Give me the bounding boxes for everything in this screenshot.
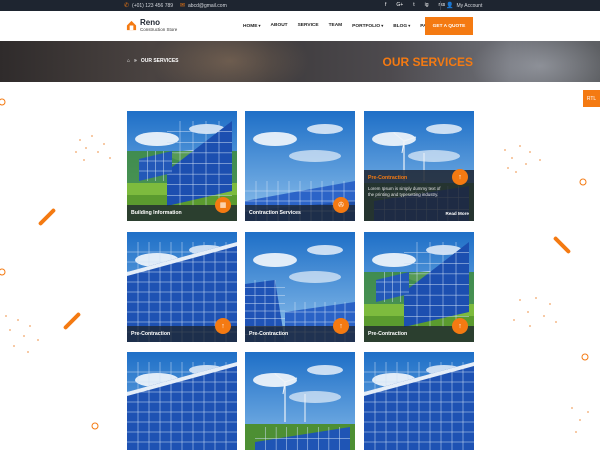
phone-icon: ✆ [124, 2, 130, 9]
arrow-icon[interactable]: ↑ [333, 318, 349, 334]
service-card[interactable]: Building Information ▦ [127, 111, 237, 221]
read-more-link[interactable]: Read More [446, 211, 470, 216]
logo-title: Reno [140, 18, 160, 27]
tools-icon[interactable]: ✇ [333, 197, 349, 213]
brick-icon[interactable]: ▦ [215, 197, 231, 213]
google-plus-icon[interactable]: G+ [396, 2, 403, 8]
card-title: Contraction Services [249, 210, 301, 216]
card-description: Lorem Ipsum is simply dummy text of the … [368, 186, 441, 197]
solar-panel-image [245, 352, 355, 450]
logo-subtitle: Construction Store [140, 27, 178, 32]
banner-glow [470, 41, 600, 82]
phone-text: (+01) 123 456 789 [132, 3, 174, 9]
breadcrumb: ⌂ » OUR SERVICES [127, 58, 179, 64]
logo[interactable]: Reno Construction Store [126, 19, 177, 32]
service-card[interactable]: ↑ [364, 352, 474, 450]
email-text[interactable]: abcd@gmail.com [188, 3, 227, 9]
account-text[interactable]: My Account [456, 3, 482, 9]
divider [440, 1, 441, 10]
nav-service[interactable]: SERVICE [298, 23, 319, 29]
arrow-icon[interactable]: ↑ [452, 169, 468, 185]
service-card[interactable]: ↑ [245, 352, 355, 450]
service-card[interactable]: Pre-Contraction Lorem Ipsum is simply du… [364, 111, 474, 221]
nav-team[interactable]: TEAM [329, 23, 343, 29]
instagram-icon[interactable]: ig [425, 2, 429, 8]
user-icon: 👤 [446, 2, 454, 9]
solar-panel-image [364, 352, 474, 450]
facebook-icon[interactable]: f [385, 2, 386, 8]
site-header: Reno Construction Store HOME ABOUT SERVI… [0, 11, 600, 41]
card-title: Building Information [131, 210, 182, 216]
card-title: Pre-Contraction [368, 175, 408, 181]
page-title: OUR SERVICES [382, 55, 473, 69]
card-title: Pre-Contraction [249, 331, 289, 337]
nav-about[interactable]: ABOUT [271, 23, 288, 29]
home-icon[interactable]: ⌂ [127, 58, 130, 64]
service-card[interactable]: ↑ [127, 352, 237, 450]
breadcrumb-current: OUR SERVICES [140, 58, 179, 64]
nav-blog[interactable]: BLOG [393, 23, 410, 29]
card-title: Pre-Contraction [131, 331, 171, 337]
social-links: f G+ t ig rss [385, 2, 445, 8]
top-bar: ✆ (+01) 123 456 789 ✉ abcd@gmail.com f G… [0, 0, 600, 11]
mail-icon: ✉ [180, 2, 186, 9]
arrow-icon[interactable]: ↑ [452, 318, 468, 334]
phone-info: ✆ (+01) 123 456 789 [124, 2, 174, 10]
service-card[interactable]: Pre-Contraction ↑ [127, 232, 237, 342]
arrow-icon[interactable]: ↑ [215, 318, 231, 334]
nav-home[interactable]: HOME [243, 23, 261, 29]
service-card[interactable]: Pre-Contraction ↑ [364, 232, 474, 342]
card-title: Pre-Contraction [368, 331, 408, 337]
house-logo-icon [126, 20, 137, 31]
service-card[interactable]: Pre-Contraction ↑ [245, 232, 355, 342]
email-info[interactable]: ✉ abcd@gmail.com [180, 2, 227, 10]
nav-portfolio[interactable]: PORTFOLIO [352, 23, 383, 29]
breadcrumb-separator: » [134, 58, 137, 64]
account-link[interactable]: 👤 My Account [446, 2, 482, 10]
twitter-icon[interactable]: t [413, 2, 414, 8]
service-card[interactable]: Contraction Services ✇ [245, 111, 355, 221]
main-nav: HOME ABOUT SERVICE TEAM PORTFOLIO BLOG P… [243, 23, 437, 29]
page-banner: ⌂ » OUR SERVICES OUR SERVICES [0, 41, 600, 82]
get-quote-button[interactable]: GET A QUOTE [425, 17, 473, 35]
solar-panel-image [127, 352, 237, 450]
